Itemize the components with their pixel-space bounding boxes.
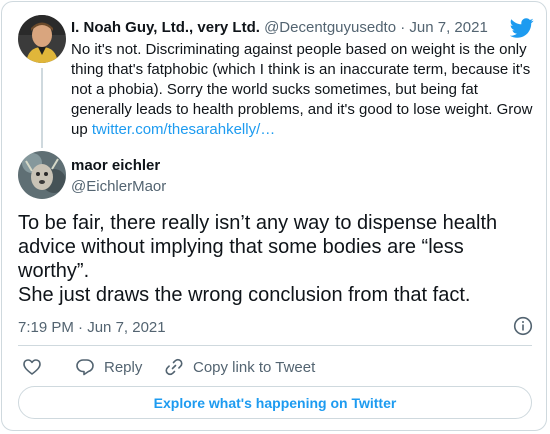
embedded-tweet-card: I. Noah Guy, Ltd., very Ltd. @Decentguyu…: [1, 1, 547, 431]
like-button[interactable]: [22, 357, 42, 377]
main-author-name[interactable]: maor eichler: [71, 156, 160, 175]
main-author-handle[interactable]: @EichlerMaor: [71, 177, 166, 196]
main-tweet-line-2: She just draws the wrong conclusion from…: [18, 284, 471, 306]
twitter-bird-icon[interactable]: [509, 16, 534, 40]
tweet-date: Jun 7, 2021: [87, 319, 166, 336]
tweet-timestamp[interactable]: 7:19 PM · Jun 7, 2021: [18, 318, 166, 337]
quoted-author-avatar[interactable]: [18, 15, 66, 63]
tweet-time: 7:19 PM: [18, 319, 74, 336]
explore-twitter-button[interactable]: Explore what's happening on Twitter: [18, 386, 532, 419]
info-icon[interactable]: [513, 316, 533, 336]
explore-label: Explore what's happening on Twitter: [153, 394, 397, 411]
link-icon: [165, 358, 183, 376]
header-separator: ·: [400, 19, 406, 36]
quoted-author-handle[interactable]: @Decentguyusedto: [264, 19, 396, 36]
reply-icon: [76, 359, 94, 376]
main-author-avatar[interactable]: [18, 151, 66, 199]
reply-button[interactable]: Reply: [75, 357, 142, 377]
quoted-tweet-link[interactable]: twitter.com/thesarahkelly/…: [92, 121, 275, 138]
copy-link-label: Copy link to Tweet: [193, 358, 316, 376]
main-tweet-line-1: To be fair, there really isn’t any way t…: [18, 212, 498, 282]
main-tweet-text: To be fair, there really isn’t any way t…: [18, 211, 538, 307]
quoted-tweet-header: I. Noah Guy, Ltd., very Ltd. @Decentguyu…: [71, 18, 488, 37]
thread-connector-line: [41, 68, 43, 148]
quoted-tweet-text: No it's not. Discriminating against peop…: [71, 40, 536, 140]
heart-icon: [23, 359, 41, 375]
copy-link-button[interactable]: Copy link to Tweet: [164, 357, 315, 377]
timestamp-separator: ·: [78, 319, 84, 336]
reply-label: Reply: [104, 358, 143, 376]
quoted-tweet-date[interactable]: Jun 7, 2021: [409, 19, 487, 36]
quoted-author-name[interactable]: I. Noah Guy, Ltd., very Ltd.: [71, 19, 260, 36]
divider: [18, 345, 532, 346]
